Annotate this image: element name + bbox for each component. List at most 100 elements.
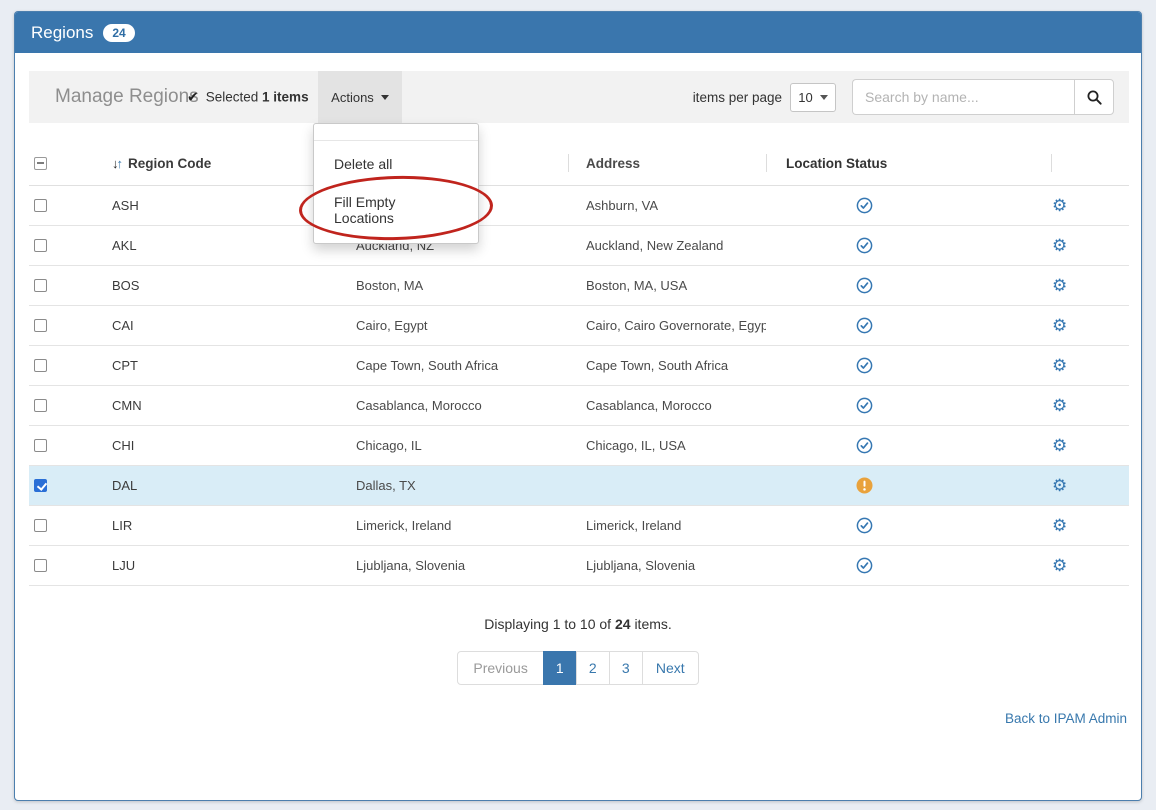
status-ok-icon	[856, 197, 873, 214]
table-header-row: ↓↑ Region Code Address Location Status	[29, 141, 1129, 186]
regions-table: ↓↑ Region Code Address Location Status A…	[29, 141, 1129, 586]
settings-gear-icon[interactable]: ⚙	[1052, 397, 1067, 414]
address-cell: Boston, MA, USA	[568, 266, 766, 305]
region-code-cell: BOS	[104, 266, 348, 305]
address-cell	[568, 466, 766, 505]
items-per-page-select[interactable]: 10	[790, 83, 836, 112]
name-cell: Chicago, IL	[348, 426, 568, 465]
pagination-next[interactable]: Next	[642, 651, 699, 685]
name-cell: Casablanca, Morocco	[348, 386, 568, 425]
settings-gear-icon[interactable]: ⚙	[1052, 237, 1067, 254]
row-checkbox[interactable]	[34, 359, 47, 372]
status-ok-icon	[856, 397, 873, 414]
manage-regions-heading: Manage Regions	[55, 86, 199, 108]
region-code-cell: DAL	[104, 466, 348, 505]
items-per-page-label: items per page	[693, 90, 782, 105]
settings-gear-icon[interactable]: ⚙	[1052, 197, 1067, 214]
settings-gear-icon[interactable]: ⚙	[1052, 317, 1067, 334]
status-warning-icon	[856, 477, 873, 494]
table-row: CPTCape Town, South AfricaCape Town, Sou…	[29, 346, 1129, 386]
row-checkbox[interactable]	[34, 199, 47, 212]
settings-gear-icon[interactable]: ⚙	[1052, 557, 1067, 574]
row-select-cell	[29, 266, 104, 305]
row-select-cell	[29, 306, 104, 345]
region-code-cell: LIR	[104, 506, 348, 545]
row-checkbox-checked[interactable]	[34, 479, 47, 492]
menu-empty-item	[314, 128, 478, 141]
actions-menu: Delete allFill Empty Locations	[313, 123, 479, 244]
selected-count: 1 items	[262, 90, 309, 105]
name-cell: Boston, MA	[348, 266, 568, 305]
location-status-cell	[766, 386, 1051, 425]
items-per-page-value: 10	[798, 90, 812, 105]
row-checkbox[interactable]	[34, 399, 47, 412]
status-ok-icon	[856, 237, 873, 254]
pagination-previous[interactable]: Previous	[457, 651, 543, 685]
settings-gear-icon[interactable]: ⚙	[1052, 277, 1067, 294]
settings-cell: ⚙	[1051, 266, 1129, 305]
caret-down-icon	[381, 95, 389, 100]
region-code-cell: CAI	[104, 306, 348, 345]
location-status-cell	[766, 466, 1051, 505]
name-cell: Cairo, Egypt	[348, 306, 568, 345]
column-divider	[766, 154, 767, 172]
row-select-cell	[29, 426, 104, 465]
address-cell: Ljubljana, Slovenia	[568, 546, 766, 585]
header-cell-settings	[1051, 141, 1129, 185]
location-status-cell	[766, 306, 1051, 345]
row-checkbox[interactable]	[34, 279, 47, 292]
settings-gear-icon[interactable]: ⚙	[1052, 517, 1067, 534]
row-select-cell	[29, 546, 104, 585]
settings-cell: ⚙	[1051, 186, 1129, 225]
row-checkbox[interactable]	[34, 239, 47, 252]
address-cell: Cairo, Cairo Governorate, Egypt	[568, 306, 766, 345]
header-cell-region-code[interactable]: ↓↑ Region Code	[104, 141, 348, 185]
table-row: LJULjubljana, SloveniaLjubljana, Sloveni…	[29, 546, 1129, 586]
row-checkbox[interactable]	[34, 519, 47, 532]
actions-button-label: Actions	[331, 90, 374, 105]
row-checkbox[interactable]	[34, 559, 47, 572]
settings-cell: ⚙	[1051, 506, 1129, 545]
settings-gear-icon[interactable]: ⚙	[1052, 437, 1067, 454]
settings-cell: ⚙	[1051, 546, 1129, 585]
menu-item-delete-all[interactable]: Delete all	[314, 145, 478, 183]
header-cell-address: Address	[568, 141, 766, 185]
row-checkbox[interactable]	[34, 319, 47, 332]
column-label-location-status: Location Status	[786, 156, 887, 171]
pagination-page-1[interactable]: 1	[543, 651, 577, 685]
location-status-cell	[766, 186, 1051, 225]
header-cell-location-status: Location Status	[766, 141, 1051, 185]
status-ok-icon	[856, 517, 873, 534]
name-cell: Cape Town, South Africa	[348, 346, 568, 385]
settings-cell: ⚙	[1051, 466, 1129, 505]
search-button[interactable]	[1074, 79, 1114, 115]
menu-item-fill-empty-locations[interactable]: Fill Empty Locations	[314, 183, 478, 237]
header-cell-select	[29, 141, 104, 185]
selected-label: Selected	[206, 90, 259, 105]
displaying-summary: Displaying 1 to 10 of 24 items.	[15, 616, 1141, 632]
pagination-page-3[interactable]: 3	[609, 651, 643, 685]
settings-gear-icon[interactable]: ⚙	[1052, 357, 1067, 374]
table-row: CHIChicago, ILChicago, IL, USA⚙	[29, 426, 1129, 466]
table-row: LIRLimerick, IrelandLimerick, Ireland⚙	[29, 506, 1129, 546]
row-select-cell	[29, 466, 104, 505]
select-all-checkbox[interactable]	[34, 157, 47, 170]
row-checkbox[interactable]	[34, 439, 47, 452]
column-divider	[568, 154, 569, 172]
summary-suffix: items.	[634, 616, 671, 632]
settings-cell: ⚙	[1051, 426, 1129, 465]
back-to-ipam-admin-link[interactable]: Back to IPAM Admin	[1005, 711, 1127, 726]
location-status-cell	[766, 266, 1051, 305]
location-status-cell	[766, 506, 1051, 545]
actions-button[interactable]: Actions	[318, 71, 402, 123]
status-ok-icon	[856, 277, 873, 294]
check-icon: ✔	[187, 89, 199, 106]
address-cell: Auckland, New Zealand	[568, 226, 766, 265]
status-ok-icon	[856, 437, 873, 454]
toolbar-right: items per page 10	[693, 71, 1114, 123]
settings-cell: ⚙	[1051, 386, 1129, 425]
settings-gear-icon[interactable]: ⚙	[1052, 477, 1067, 494]
pagination-page-2[interactable]: 2	[576, 651, 610, 685]
table-row: BOSBoston, MABoston, MA, USA ⚙	[29, 266, 1129, 306]
search-input[interactable]	[852, 79, 1074, 115]
